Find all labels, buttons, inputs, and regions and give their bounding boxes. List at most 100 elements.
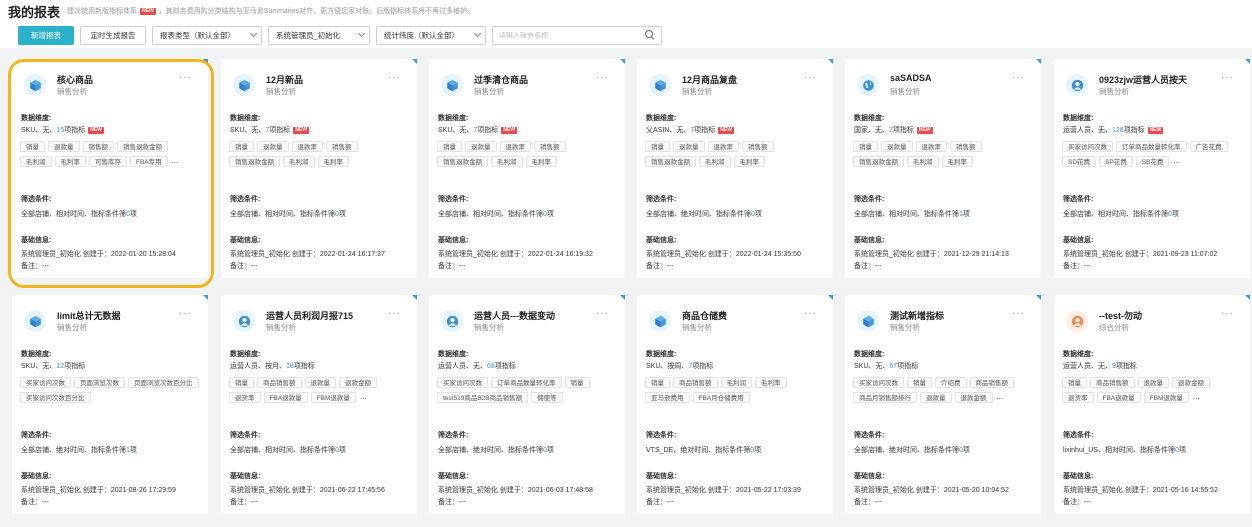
creator-select-value: 系统管理员_初始化 xyxy=(276,30,341,40)
more-icon[interactable]: ··· xyxy=(596,308,609,319)
metric-tag: 毛利润 xyxy=(283,156,315,167)
report-name[interactable]: 0923zjw运营人员按天 xyxy=(1099,73,1187,86)
metric-tags: 销量 商品销售额 毛利润 毛利率 亚马逊费用 FBA月仓储费用 xyxy=(645,377,827,403)
more-icon[interactable]: ··· xyxy=(388,308,401,319)
filter-suffix: 项 xyxy=(546,211,554,218)
basic-info-label: 基础信息: xyxy=(1063,237,1094,244)
more-icon[interactable]: ··· xyxy=(804,72,817,83)
metric-tag: 亚马逊费用 xyxy=(645,392,690,403)
report-subtype: 销售分析 xyxy=(682,323,712,332)
report-name[interactable]: 12月商品复盘 xyxy=(682,73,737,86)
metric-tag: 可售库存 xyxy=(89,156,127,167)
more-icon[interactable]: ··· xyxy=(1221,308,1234,319)
more-icon[interactable]: ··· xyxy=(1221,72,1234,83)
report-type-select[interactable]: 报表类型（默认全部） xyxy=(152,25,262,45)
report-name[interactable]: limit总计无数据 xyxy=(57,309,121,322)
add-report-button[interactable]: 新增报表 xyxy=(18,25,74,45)
remark: 备注：--- xyxy=(438,499,466,506)
report-name[interactable]: 测试新增指标 xyxy=(890,309,944,322)
report-name[interactable]: saSADSA xyxy=(890,73,932,83)
more-icon[interactable]: ··· xyxy=(179,308,192,319)
metric-tag: 销售额 xyxy=(534,141,566,152)
dimension-select[interactable]: 统计纬度（默认全部） xyxy=(376,25,486,45)
metric-tag: 销量 xyxy=(1062,377,1087,388)
report-name[interactable]: 商品仓储费 xyxy=(682,309,727,322)
more-icon[interactable]: ··· xyxy=(804,308,817,319)
metric-tags: 销量 退款量 退款率 销售额 销售退款金额 毛利润 毛利率 xyxy=(229,141,411,167)
creator-select[interactable]: 系统管理员_初始化 xyxy=(268,25,370,45)
dimension-label: 数据维度: xyxy=(646,351,677,358)
report-card[interactable]: 核心商品 销售分析 ··· 数据维度: SKU、无、15项指标 NEW 销量 退款量… xyxy=(12,59,208,278)
cube-icon xyxy=(649,74,671,96)
filter-prefix: 全部店铺、绝对时间、指标条件筛 xyxy=(438,447,543,454)
dimension-summary: 运营人员、无、9项指标 xyxy=(1063,361,1137,371)
dimension-label: 数据维度: xyxy=(854,115,885,122)
report-subtype: 销售分析 xyxy=(57,323,87,332)
filter-label: 筛选条件: xyxy=(21,196,52,203)
cube-icon xyxy=(24,310,46,332)
remark: 备注：--- xyxy=(21,499,49,506)
report-card[interactable]: 过季清仓商品 销售分析 ··· 数据维度: SKU、无、7项指标 NEW 销量 退款… xyxy=(429,59,625,278)
report-name[interactable]: 运营人员---数据变动 xyxy=(474,309,555,322)
cube-icon xyxy=(24,74,46,96)
basic-info-label: 基础信息: xyxy=(854,473,885,480)
filter-suffix: 项 xyxy=(129,211,137,218)
report-card[interactable]: --test-勿动 综合分析 ··· 数据维度: 运营人员、无、9项指标 销量商… xyxy=(1054,295,1250,514)
dimension-summary: SKU、按周、7项指标 xyxy=(646,361,713,371)
dimension-suffix: 项指标 xyxy=(64,363,86,370)
report-subtype: 销售分析 xyxy=(474,87,504,96)
report-card[interactable]: 0923zjw运营人员按天 销售分析 ··· 数据维度: 运营人员、无、128项… xyxy=(1054,59,1250,278)
report-type-select-value: 报表类型（默认全部） xyxy=(160,30,235,40)
dimension-suffix: 项指标 xyxy=(692,363,714,370)
remark: 备注：--- xyxy=(854,499,882,506)
dimension-prefix: 运营人员、按月、 xyxy=(230,363,286,370)
filter-prefix: 全部店铺、相对时间、指标条件筛 xyxy=(854,211,959,218)
metric-tag: 毛利率 xyxy=(733,156,765,167)
metric-tags: 销量 商品销售额 退款量 退款金额 退货率 FBA退款量 FBM退款量... xyxy=(229,377,411,403)
metric-tag: 毛利润 xyxy=(907,156,939,167)
report-name[interactable]: 运营人员利润月报715 xyxy=(266,309,353,322)
report-name[interactable]: 过季清仓商品 xyxy=(474,73,528,86)
more-icon[interactable]: ··· xyxy=(179,72,192,83)
dimension-label: 数据维度: xyxy=(21,115,52,122)
metric-tag: 介绍费 xyxy=(935,377,967,388)
report-card[interactable]: 测试新增指标 销售分析 ··· 数据维度: SKU、无、67项指标 买家访问次数… xyxy=(845,295,1041,514)
dimension-label: 数据维度: xyxy=(21,351,52,358)
more-icon[interactable]: ··· xyxy=(388,72,401,83)
filter-prefix: VTS_DE、绝对时间、指标条件筛 xyxy=(646,447,751,454)
more-icon[interactable]: ··· xyxy=(1012,72,1025,83)
report-name[interactable]: 核心商品 xyxy=(57,73,93,86)
report-card[interactable]: 商品仓储费 销售分析 ··· 数据维度: SKU、按周、7项指标 销量 商品销售额… xyxy=(637,295,833,514)
dimension-summary: 父ASIN、无、7项指标 NEW xyxy=(646,125,737,135)
filter-suffix: 项 xyxy=(754,447,762,454)
user-icon xyxy=(441,310,463,332)
more-tags-ellipsis: ... xyxy=(359,392,367,401)
metric-tag: 销售退款金额 xyxy=(853,156,904,167)
report-card[interactable]: 运营人员利润月报715 销售分析 ··· 数据维度: 运营人员、按月、18项指标… xyxy=(221,295,417,514)
more-icon[interactable]: ··· xyxy=(1012,308,1025,319)
report-card[interactable]: saSADSA 销售分析 ··· 数据维度: 国家、无、7项指标 NEW 销量 退款… xyxy=(845,59,1041,278)
report-card[interactable]: 12月商品复盘 销售分析 ··· 数据维度: 父ASIN、无、7项指标 NEW 销… xyxy=(637,59,833,278)
schedule-report-button[interactable]: 定时生成报告 xyxy=(80,25,146,45)
dimension-prefix: SKU、无、 xyxy=(230,127,266,134)
metric-count: 128 xyxy=(1112,127,1124,134)
remark: 备注：--- xyxy=(230,499,258,506)
dimension-label: 数据维度: xyxy=(1063,115,1094,122)
search-icon[interactable] xyxy=(645,30,655,40)
filter-prefix: 全部店铺、相对时间、指标条件筛 xyxy=(230,447,335,454)
metric-tag: 毛利率 xyxy=(525,156,557,167)
metric-tag: 销售退款金额 xyxy=(437,156,488,167)
metric-tag: 退款金额 xyxy=(954,392,993,403)
cube-icon xyxy=(857,310,879,332)
report-card[interactable]: 12月新品 销售分析 ··· 数据维度: SKU、无、7项指标 NEW 销量 退款量… xyxy=(221,59,417,278)
search-input[interactable] xyxy=(499,31,639,39)
card-corner-marker xyxy=(1036,295,1041,300)
report-card[interactable]: 运营人员---数据变动 销售分析 ··· 数据维度: 运营人员、无、68项指标 … xyxy=(429,295,625,514)
new-badge: NEW xyxy=(718,126,734,134)
report-name[interactable]: --test-勿动 xyxy=(1099,309,1142,322)
report-name[interactable]: 12月新品 xyxy=(266,73,303,86)
more-icon[interactable]: ··· xyxy=(596,72,609,83)
report-subtype: 销售分析 xyxy=(266,323,296,332)
remark: 备注：--- xyxy=(1063,499,1091,506)
report-card[interactable]: limit总计无数据 销售分析 ··· 数据维度: SKU、无、12项指标 买家… xyxy=(12,295,208,514)
